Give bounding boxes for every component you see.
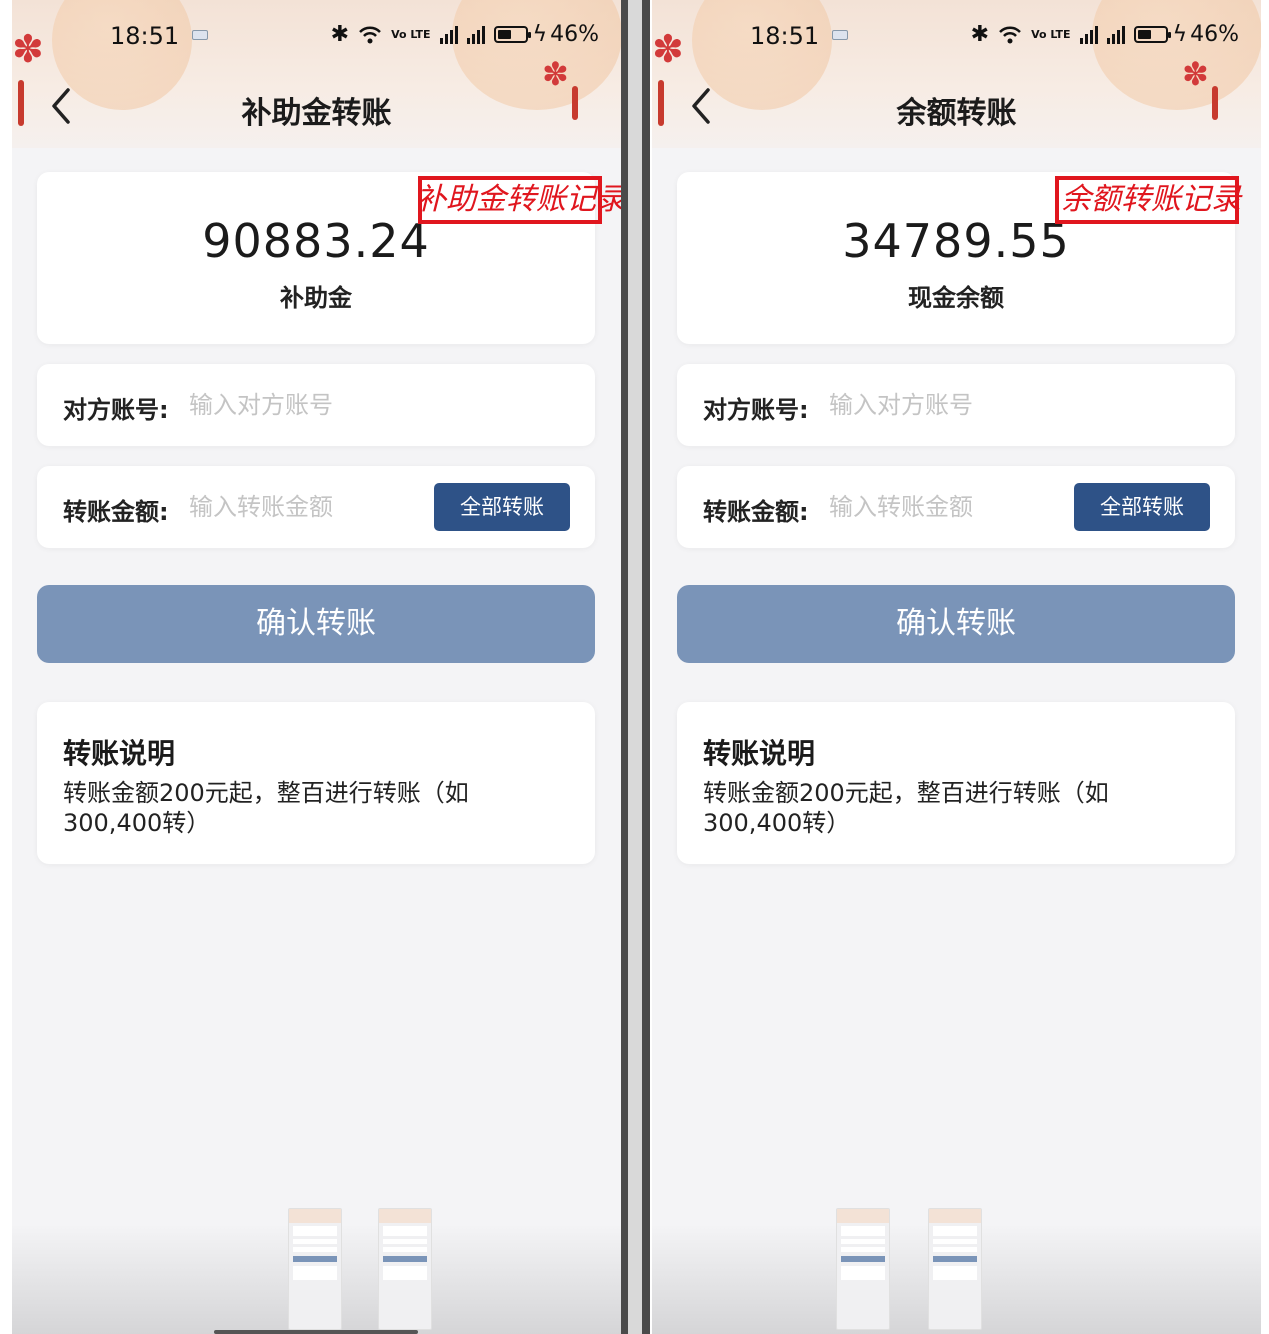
background-window-strip: [628, 0, 642, 1334]
account-field-card: 对方账号:: [677, 364, 1235, 446]
charging-icon: ϟ: [1172, 22, 1188, 47]
battery-icon: [1133, 26, 1171, 43]
amount-label: 转账金额:: [63, 498, 169, 526]
notification-icon: [832, 30, 848, 40]
account-label: 对方账号:: [63, 396, 169, 424]
recent-app-thumbnail[interactable]: [288, 1208, 342, 1330]
status-time: 18:51: [110, 22, 180, 50]
signal-icon: [466, 25, 485, 44]
bluetooth-icon: ✱: [330, 22, 350, 47]
signal-icon: [439, 25, 458, 44]
recent-app-thumbnail[interactable]: [378, 1208, 432, 1330]
notes-title: 转账说明: [703, 737, 816, 770]
confirm-transfer-button[interactable]: 确认转账: [677, 585, 1235, 663]
bluetooth-icon: ✱: [970, 22, 990, 47]
recent-app-thumbnail[interactable]: [836, 1208, 890, 1330]
notes-title: 转账说明: [63, 737, 176, 770]
notes-text: 转账金额200元起，整百进行转账（如300,400转）: [63, 779, 469, 837]
transfer-all-button[interactable]: 全部转账: [1074, 483, 1210, 531]
amount-input[interactable]: [189, 484, 439, 530]
charging-icon: ϟ: [532, 22, 548, 47]
transfer-notes-card: 转账说明 转账金额200元起，整百进行转账（如300,400转）: [677, 702, 1235, 864]
transfer-notes-card: 转账说明 转账金额200元起，整百进行转账（如300,400转）: [37, 702, 595, 864]
signal-icon: [1106, 25, 1125, 44]
chinese-knot-icon: ✽: [542, 55, 569, 93]
page-title: 补助金转账: [241, 96, 392, 131]
transfer-record-label: 余额转账记录: [1061, 182, 1241, 217]
amount-field-card: 转账金额: 全部转账: [677, 466, 1235, 548]
phone-screen-balance: ✽ ✽ 18:51 ✱ Vo LTE ϟ 46% 余额转账 34789.55 现…: [652, 0, 1261, 1334]
home-indicator[interactable]: [214, 1330, 418, 1334]
balance-label: 现金余额: [908, 284, 1004, 312]
chinese-knot-icon: ✽: [1182, 55, 1209, 93]
amount-field-card: 转账金额: 全部转账: [37, 466, 595, 548]
wifi-icon: [999, 26, 1021, 43]
confirm-transfer-button[interactable]: 确认转账: [37, 585, 595, 663]
status-bar: 18:51 ✱ Vo LTE ϟ 46%: [652, 20, 1261, 56]
signal-icon: [1079, 25, 1098, 44]
balance-label: 补助金: [280, 284, 352, 312]
amount-label: 转账金额:: [703, 498, 809, 526]
status-bar: 18:51 ✱ Vo LTE ϟ 46%: [12, 20, 621, 56]
account-input[interactable]: [189, 382, 439, 428]
battery-icon: [493, 26, 531, 43]
volte-indicator: Vo LTE: [1031, 27, 1071, 41]
battery-percent: 46%: [1190, 22, 1239, 47]
transfer-record-link[interactable]: 补助金转账记录: [416, 176, 621, 224]
account-field-card: 对方账号:: [37, 364, 595, 446]
notes-text: 转账金额200元起，整百进行转账（如300,400转）: [703, 779, 1109, 837]
battery-percent: 46%: [550, 22, 599, 47]
page-title: 余额转账: [896, 96, 1017, 131]
status-time: 18:51: [750, 22, 820, 50]
transfer-record-link[interactable]: 余额转账记录: [1055, 176, 1241, 224]
volte-indicator: Vo LTE: [391, 27, 431, 41]
transfer-all-button[interactable]: 全部转账: [434, 483, 570, 531]
notification-icon: [192, 30, 208, 40]
wifi-icon: [359, 26, 381, 43]
transfer-record-label: 补助金转账记录: [416, 182, 621, 217]
phone-screen-subsidy: ✽ ✽ 18:51 ✱ Vo LTE ϟ 46% 补助金转账 90883.24 …: [12, 0, 621, 1334]
account-input[interactable]: [829, 382, 1079, 428]
account-label: 对方账号:: [703, 396, 809, 424]
recent-app-thumbnail[interactable]: [928, 1208, 982, 1330]
amount-input[interactable]: [829, 484, 1079, 530]
